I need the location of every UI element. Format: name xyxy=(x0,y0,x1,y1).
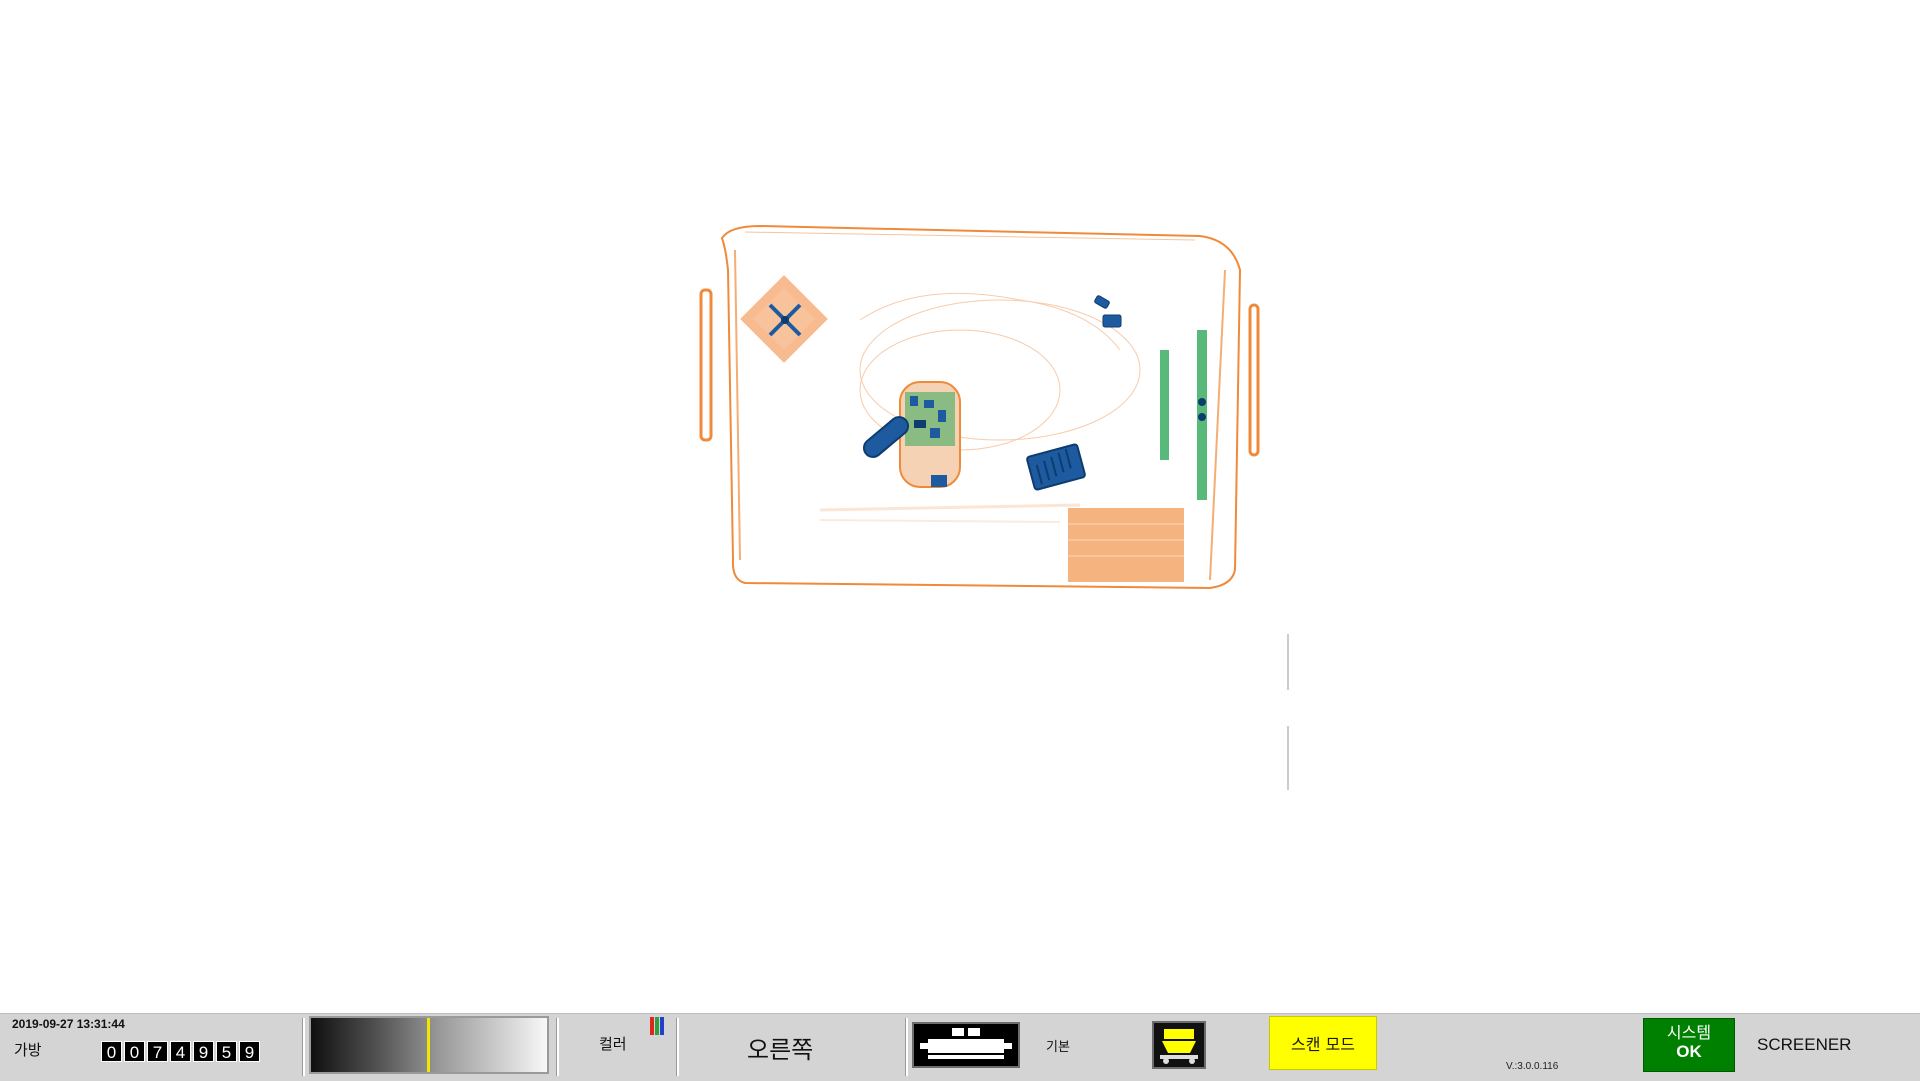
color-bar-green xyxy=(655,1017,659,1035)
small-metal-items xyxy=(1094,295,1122,328)
counter-digit: 9 xyxy=(193,1041,214,1062)
electronic-board xyxy=(899,381,961,488)
bag-count-label: 가방 xyxy=(14,1041,42,1059)
color-mode-button[interactable]: 컬러 xyxy=(599,1033,627,1054)
system-status-value: OK xyxy=(1676,1042,1702,1061)
status-bar: 2019-09-27 13:31:44 가방 0 0 7 4 9 5 9 컬러 … xyxy=(0,1013,1920,1081)
counter-digit: 0 xyxy=(101,1041,122,1062)
bag-counter: 0 0 7 4 9 5 9 xyxy=(101,1041,260,1062)
divider xyxy=(905,1018,908,1076)
organic-clutter xyxy=(819,292,1141,523)
system-status-label: 시스템 xyxy=(1666,1023,1712,1042)
direction-button[interactable]: 오른쪽 xyxy=(747,1030,813,1065)
organic-block xyxy=(1068,508,1184,582)
color-bar-blue xyxy=(660,1017,664,1035)
counter-digit: 5 xyxy=(216,1041,237,1062)
counter-digit: 4 xyxy=(170,1041,191,1062)
xray-image-viewport[interactable] xyxy=(0,0,1920,1013)
battery-pack-object xyxy=(1026,443,1086,491)
xray-scan-image xyxy=(699,224,1289,790)
color-palette-icon xyxy=(650,1017,664,1035)
belt-glyph xyxy=(1160,1029,1198,1064)
conveyor-glyph xyxy=(920,1028,1012,1059)
belt-operator-icon[interactable] xyxy=(1152,1021,1206,1069)
grayscale-slider[interactable] xyxy=(309,1016,549,1074)
counter-digit: 9 xyxy=(239,1041,260,1062)
system-status-indicator: 시스템 OK xyxy=(1643,1018,1735,1072)
version-label: V.:3.0.0.116 xyxy=(1506,1061,1559,1072)
organic-pattern-object xyxy=(740,275,828,363)
divider xyxy=(676,1018,679,1076)
operator-role-label: SCREENER xyxy=(1757,1035,1852,1054)
vertical-strips xyxy=(1160,330,1207,500)
divider xyxy=(302,1018,305,1076)
grayscale-slider-marker[interactable] xyxy=(426,1018,430,1072)
divider xyxy=(556,1018,559,1076)
scan-mode-button[interactable]: 스캔 모드 xyxy=(1269,1016,1377,1070)
conveyor-icon[interactable] xyxy=(912,1022,1020,1068)
counter-digit: 0 xyxy=(124,1041,145,1062)
counter-digit: 7 xyxy=(147,1041,168,1062)
basic-mode-label[interactable]: 기본 xyxy=(1046,1036,1070,1055)
datetime-display: 2019-09-27 13:31:44 xyxy=(12,1017,125,1031)
color-bar-red xyxy=(650,1017,654,1035)
